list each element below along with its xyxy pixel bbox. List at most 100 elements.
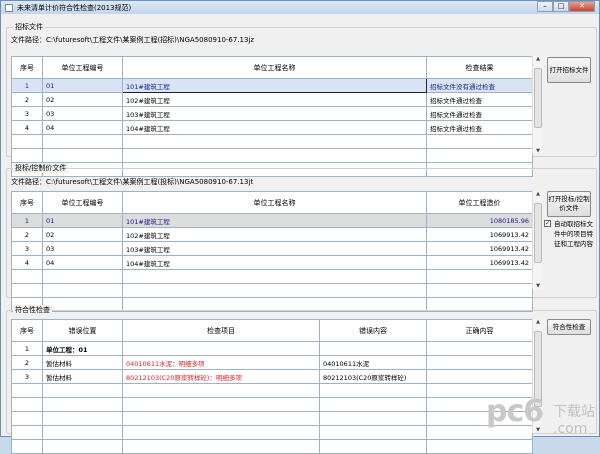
empty-row: [11, 439, 533, 454]
table-row[interactable]: 2 02 102#建筑工程 1069913.42: [11, 227, 533, 242]
cell: [426, 369, 533, 384]
table-header: 序号 单位工程编号 单位工程名称 单位工程造价: [11, 191, 533, 214]
cell: [426, 341, 533, 356]
cell: 1069913.42: [426, 227, 533, 242]
table-row[interactable]: 1 01 101#建筑工程 招标文件没有通过检查: [11, 78, 533, 93]
cell: 2: [11, 227, 43, 242]
app-icon: [5, 3, 13, 12]
cell: 1: [11, 213, 43, 228]
cell: 招标文件通过检查: [426, 92, 533, 107]
empty-row: [11, 397, 533, 412]
table-header: 序号 单位工程编号 单位工程名称 检查结果: [11, 56, 533, 79]
cell: 103#建筑工程: [122, 241, 427, 256]
cell: 04010611水泥: [319, 355, 427, 370]
cell: [319, 341, 427, 356]
open-tender-file-button[interactable]: 打开投标/控制价文件: [547, 191, 591, 217]
table-header: 序号 错误位置 检查项目 错误内容 正确内容: [11, 319, 533, 342]
col-header[interactable]: 单位工程编号: [42, 191, 123, 214]
scroll-up-icon[interactable]: ▲: [533, 56, 543, 62]
empty-row: [11, 425, 533, 440]
title-bar: 未来清单计价符合性检查(2013规范) – □ ✕: [1, 1, 599, 14]
cell: 2: [11, 355, 43, 370]
empty-row: [11, 383, 533, 398]
col-header[interactable]: 检查项目: [122, 319, 320, 342]
col-header[interactable]: 单位工程编号: [42, 56, 123, 79]
cell: 1080185.96: [426, 213, 533, 228]
cell: 招标文件通过检查: [426, 106, 533, 121]
group-label: 投标/控制价文件: [13, 163, 69, 173]
cell: 招标文件通过检查: [426, 120, 533, 135]
cell: 04: [42, 255, 123, 270]
cell: 3: [11, 106, 43, 121]
col-header[interactable]: 单位工程造价: [426, 191, 533, 214]
empty-row: [11, 283, 533, 298]
minimize-button[interactable]: –: [537, 1, 553, 12]
col-header[interactable]: 正确内容: [426, 319, 533, 342]
group-label: 符合性检查: [13, 305, 52, 315]
close-button[interactable]: ✕: [569, 1, 595, 12]
col-header[interactable]: 检查结果: [426, 56, 533, 79]
col-header[interactable]: 错误位置: [42, 319, 123, 342]
cell: 单位工程：01: [42, 341, 123, 356]
empty-row: [11, 411, 533, 426]
cell[interactable]: 101#建筑工程: [122, 78, 427, 93]
empty-row: [11, 134, 533, 149]
window-title: 未来清单计价符合性检查(2013规范): [17, 3, 132, 12]
compliance-check-button[interactable]: 符合性检查: [547, 319, 591, 335]
table-row[interactable]: 2 暂估材料 04010611水泥：明细多项 04010611水泥: [11, 355, 533, 370]
watermark-logo: pc6: [486, 394, 544, 429]
col-header[interactable]: 单位工程名称: [122, 56, 427, 79]
col-header[interactable]: 序号: [11, 56, 43, 79]
cell: 04010611水泥：明细多项: [122, 355, 320, 370]
scroll-down-icon[interactable]: ▼: [533, 283, 543, 289]
bid-scrollbar[interactable]: ▲ ▼: [532, 56, 542, 154]
scroll-down-icon[interactable]: ▼: [533, 148, 543, 154]
scroll-up-icon[interactable]: ▲: [533, 191, 543, 197]
table-row[interactable]: 4 04 104#建筑工程 1069913.42: [11, 255, 533, 270]
table-row[interactable]: 3 03 103#建筑工程 招标文件通过检查: [11, 106, 533, 121]
table-row[interactable]: 3 03 103#建筑工程 1069913.42: [11, 241, 533, 256]
col-header[interactable]: 单位工程名称: [122, 191, 427, 214]
cell: 04: [42, 120, 123, 135]
cell: 02: [42, 92, 123, 107]
table-row[interactable]: 1 单位工程：01: [11, 341, 533, 356]
cell: 102#建筑工程: [122, 92, 427, 107]
bid-table: 序号 单位工程编号 单位工程名称 检查结果 1 01 101#建筑工程 招标文件没有通…: [11, 56, 533, 177]
cell: 104#建筑工程: [122, 120, 427, 135]
table-row[interactable]: 3 暂估材料 80212103(C20原浆转样砼)：明细多项 80212103(C20…: [11, 369, 533, 384]
col-header[interactable]: 序号: [11, 191, 43, 214]
open-bid-file-button[interactable]: 打开招标文件: [547, 57, 591, 83]
watermark-text: 下载站 .com: [553, 404, 595, 437]
checkbox-checked-icon[interactable]: ✓: [544, 220, 551, 227]
cell: 2: [11, 92, 43, 107]
cell: 03: [42, 241, 123, 256]
cell: [426, 355, 533, 370]
cell: 80212103(C20原浆转样砼)：明细多项: [122, 369, 320, 384]
check-table: 序号 错误位置 检查项目 错误内容 正确内容 1 单位工程：01 2 暂估材料 040…: [11, 319, 533, 454]
cell: 4: [11, 255, 43, 270]
col-header[interactable]: 错误内容: [319, 319, 427, 342]
tender-table: 序号 单位工程编号 单位工程名称 单位工程造价 1 01 101#建筑工程 10801…: [11, 191, 533, 312]
empty-row: [11, 148, 533, 163]
cell: 101#建筑工程: [122, 213, 427, 228]
cell: 暂估材料: [42, 369, 123, 384]
maximize-button[interactable]: □: [553, 1, 569, 12]
cell: 01: [42, 78, 123, 93]
cell: 102#建筑工程: [122, 227, 427, 242]
scroll-up-icon[interactable]: ▲: [533, 319, 543, 325]
cell: 1069913.42: [426, 255, 533, 270]
cell: 02: [42, 227, 123, 242]
cell: 1: [11, 341, 43, 356]
col-header[interactable]: 序号: [11, 319, 43, 342]
scroll-thumb[interactable]: [534, 68, 542, 128]
cell: 103#建筑工程: [122, 106, 427, 121]
table-row[interactable]: 4 04 104#建筑工程 招标文件通过检查: [11, 120, 533, 135]
group-label: 招标文件: [13, 22, 45, 32]
scroll-thumb[interactable]: [534, 203, 542, 263]
cell: 暂估材料: [42, 355, 123, 370]
tender-scrollbar[interactable]: ▲ ▼: [532, 191, 542, 289]
table-row[interactable]: 1 01 101#建筑工程 1080185.96: [11, 213, 533, 228]
cell: 104#建筑工程: [122, 255, 427, 270]
auto-fetch-checkbox[interactable]: ✓ 自动取招标文件中的项目特征和工程内容: [544, 219, 596, 249]
table-row[interactable]: 2 02 102#建筑工程 招标文件通过检查: [11, 92, 533, 107]
